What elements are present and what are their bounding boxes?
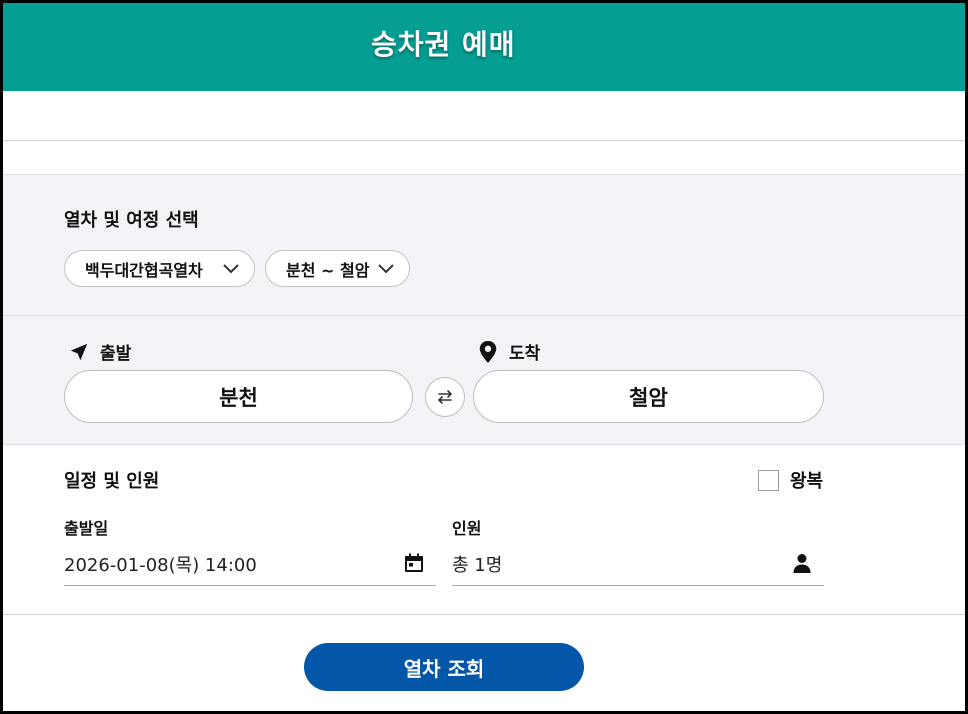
- app-window: 승차권 예매 열차 및 여정 선택 백두대간협곡열차 분천 ~ 철암 출발 도착…: [0, 0, 968, 714]
- map-pin-icon: [479, 340, 497, 363]
- swap-arrows-icon: [438, 390, 452, 404]
- chevron-down-icon: [223, 264, 239, 274]
- header-bar: 승차권 예매: [3, 3, 965, 91]
- round-trip-label: 왕복: [790, 471, 824, 492]
- passengers-field[interactable]: 총 1명: [452, 543, 824, 586]
- route-section-title: 열차 및 여정 선택: [64, 210, 199, 231]
- page-title: 승차권 예매: [371, 28, 516, 61]
- arrival-station-field[interactable]: 철암: [473, 370, 824, 423]
- departure-label: 출발: [100, 344, 132, 364]
- route-select-value: 분천 ~ 철암: [286, 260, 370, 280]
- swap-stations-button[interactable]: [425, 377, 465, 417]
- route-section: [3, 174, 965, 315]
- top-blank-strip: [3, 91, 965, 141]
- navigation-arrow-icon: [70, 343, 88, 360]
- departure-date-field[interactable]: 2026-01-08(목) 14:00: [64, 543, 436, 586]
- departure-station-field[interactable]: 분천: [64, 370, 413, 423]
- route-select[interactable]: 분천 ~ 철암: [265, 250, 410, 287]
- departure-date-label: 출발일: [64, 519, 109, 538]
- divider: [3, 614, 965, 615]
- train-select[interactable]: 백두대간협곡열차: [64, 250, 255, 287]
- round-trip-toggle[interactable]: 왕복: [758, 467, 823, 493]
- search-trains-button[interactable]: 열차 조회: [304, 643, 584, 691]
- arrival-label: 도착: [509, 344, 541, 364]
- departure-label-row: 출발: [68, 339, 131, 364]
- passengers-value: 총 1명: [452, 555, 503, 576]
- round-trip-checkbox[interactable]: [758, 469, 779, 491]
- chevron-down-icon: [378, 264, 394, 274]
- train-select-value: 백두대간협곡열차: [85, 260, 203, 280]
- arrival-label-row: 도착: [477, 339, 540, 364]
- schedule-section-title: 일정 및 인원: [64, 471, 160, 492]
- departure-date-value: 2026-01-08(목) 14:00: [64, 555, 257, 576]
- person-icon: [793, 554, 811, 573]
- passengers-label: 인원: [452, 519, 482, 538]
- calendar-icon: [405, 553, 423, 572]
